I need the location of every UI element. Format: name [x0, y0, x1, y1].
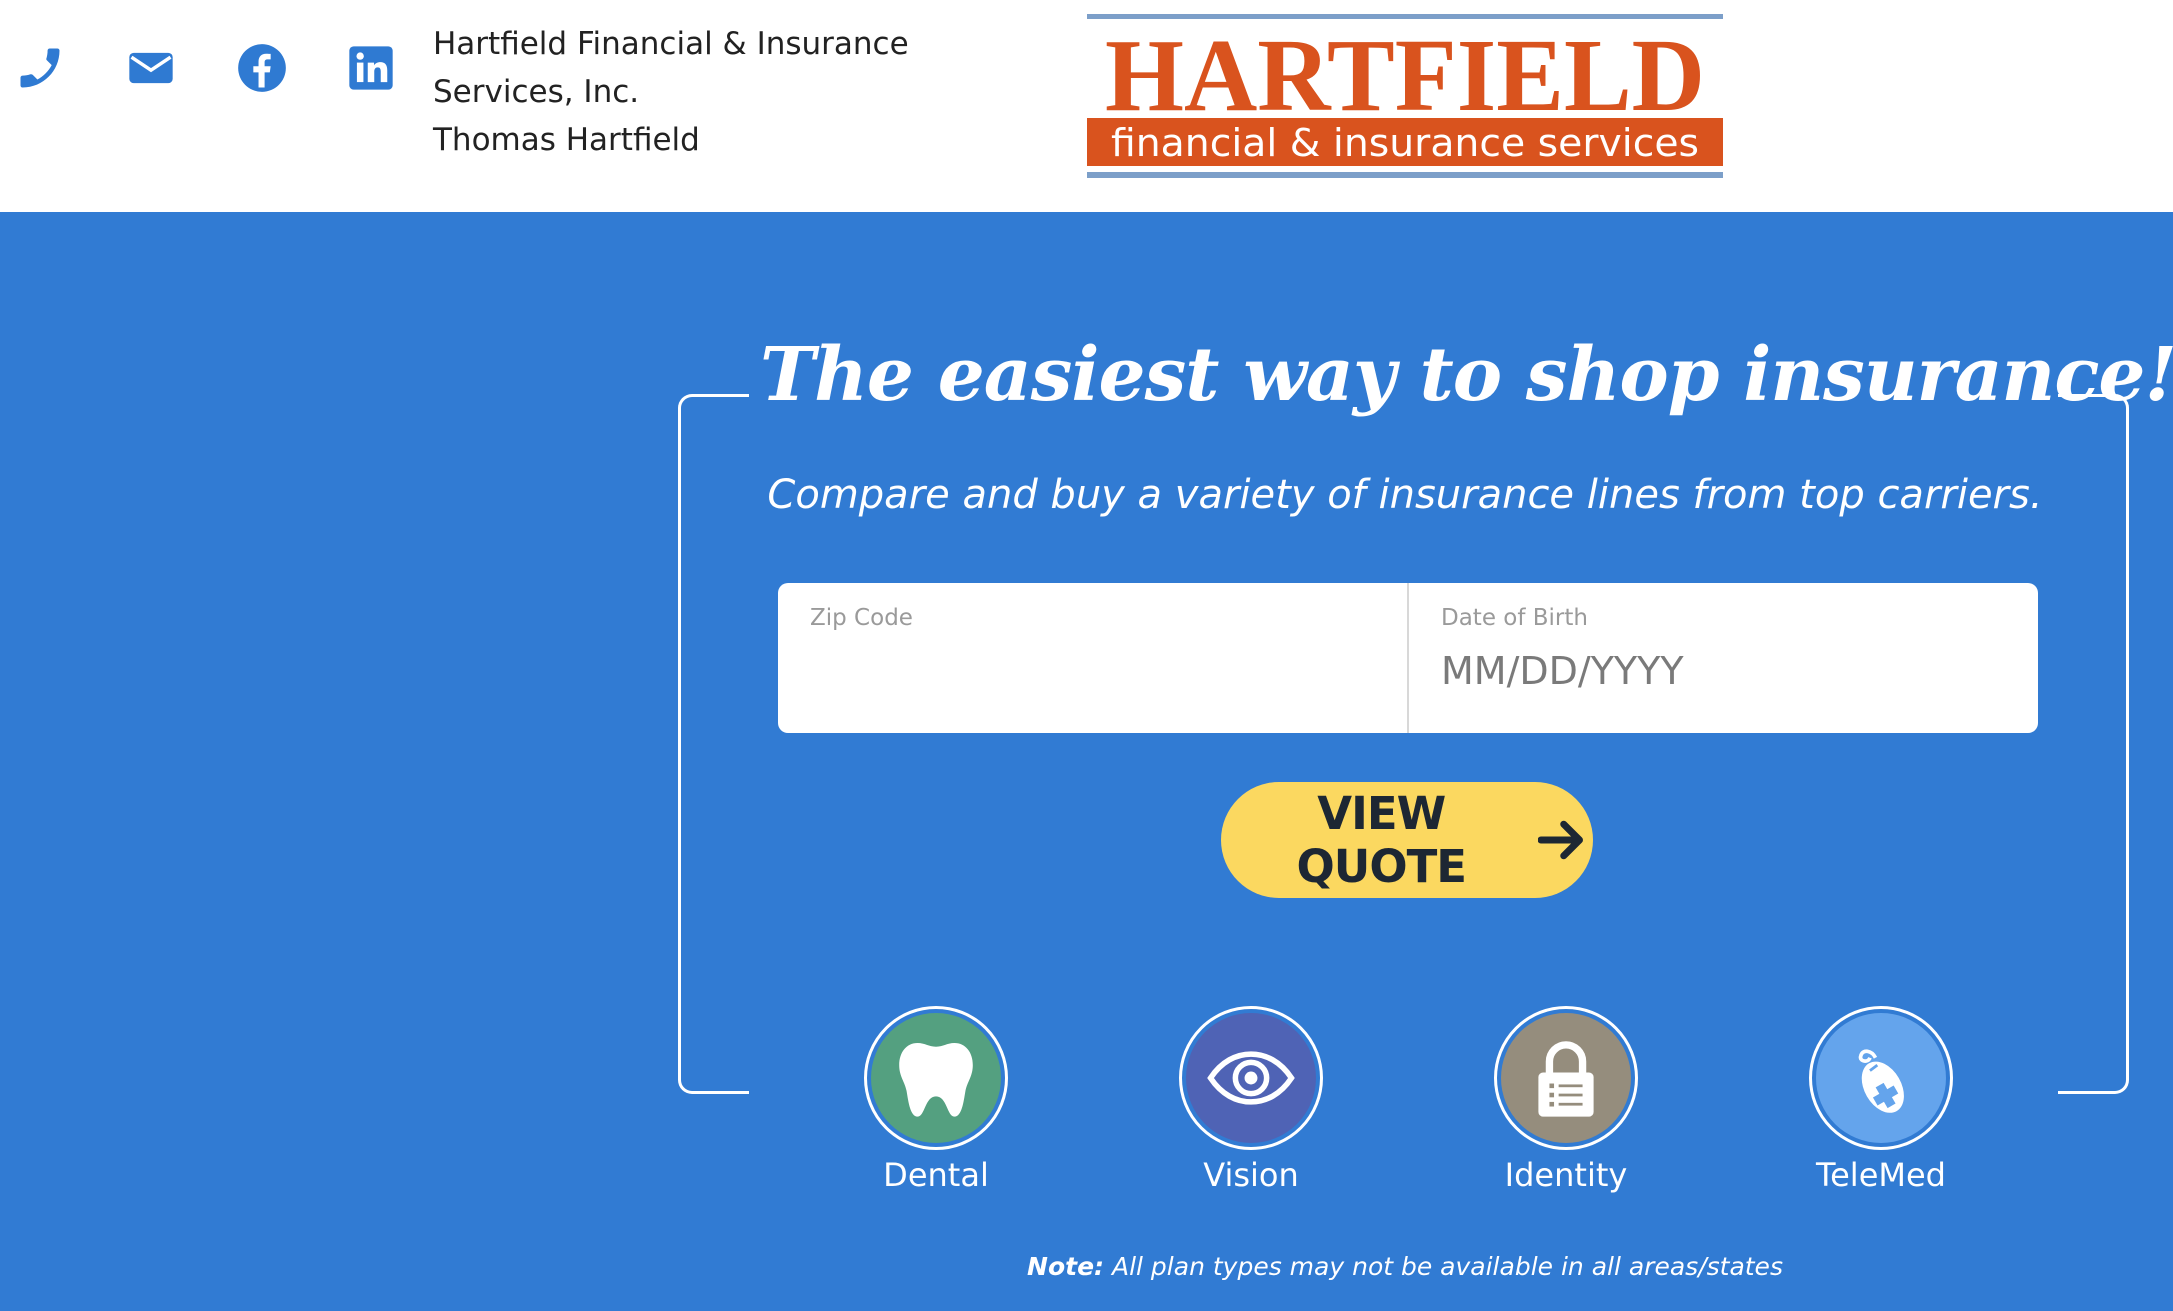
date-of-birth-label: Date of Birth [1441, 605, 1588, 631]
zip-code-input[interactable] [810, 643, 1375, 699]
zip-code-field[interactable]: Zip Code [778, 583, 1407, 733]
product-identity[interactable]: Identity [1466, 1006, 1666, 1194]
identity-circle [1494, 1006, 1638, 1150]
logo-tagline: financial & insurance services [1111, 121, 1699, 165]
quote-form: Zip Code Date of Birth [778, 583, 2038, 733]
hero-subhead: Compare and buy a variety of insurance l… [767, 472, 2043, 518]
frame-bracket-right [2058, 394, 2129, 1094]
note-prefix: Note: [1027, 1252, 1105, 1281]
view-quote-label: VIEW QUOTE [1296, 787, 1467, 893]
facebook-icon[interactable] [234, 40, 290, 96]
tooth-icon [899, 1043, 973, 1117]
product-vision[interactable]: Vision [1151, 1006, 1351, 1194]
arrow-right-icon [1537, 820, 1583, 860]
site-header: Hartfield Financial & Insurance Services… [0, 0, 2173, 212]
note-text: All plan types may not be available in a… [1104, 1252, 1783, 1281]
product-telemed[interactable]: TeleMed [1781, 1006, 1981, 1194]
identity-label: Identity [1504, 1156, 1628, 1194]
telemed-circle [1809, 1006, 1953, 1150]
dental-circle [864, 1006, 1008, 1150]
product-dental[interactable]: Dental [836, 1006, 1036, 1194]
company-name-line1: Hartfield Financial & Insurance [433, 26, 909, 62]
linkedin-icon[interactable] [343, 40, 399, 96]
lock-icon [1538, 1041, 1594, 1117]
frame-bracket-left [678, 394, 749, 1094]
company-name-line2: Services, Inc. [433, 74, 640, 110]
phone-icon[interactable] [12, 40, 68, 96]
company-logo[interactable]: HARTFIELD financial & insurance services [1087, 14, 1723, 178]
vision-circle [1179, 1006, 1323, 1150]
view-quote-button[interactable]: VIEW QUOTE [1221, 782, 1593, 898]
email-icon[interactable] [123, 40, 179, 96]
eye-icon [1207, 1051, 1295, 1105]
company-info: Hartfield Financial & Insurance Services… [433, 20, 953, 164]
vision-label: Vision [1203, 1156, 1299, 1194]
logo-word: HARTFIELD [1105, 18, 1705, 133]
telemed-label: TeleMed [1816, 1156, 1946, 1194]
availability-note: Note: All plan types may not be availabl… [760, 1252, 2050, 1281]
hero-headline: The easiest way to shop insurance! [760, 332, 2173, 418]
dental-label: Dental [883, 1156, 989, 1194]
date-of-birth-input[interactable] [1441, 643, 2006, 699]
agent-name: Thomas Hartfield [433, 122, 700, 158]
zip-code-label: Zip Code [810, 605, 913, 631]
date-of-birth-field[interactable]: Date of Birth [1407, 583, 2038, 733]
mouse-icon [1858, 1049, 1904, 1113]
